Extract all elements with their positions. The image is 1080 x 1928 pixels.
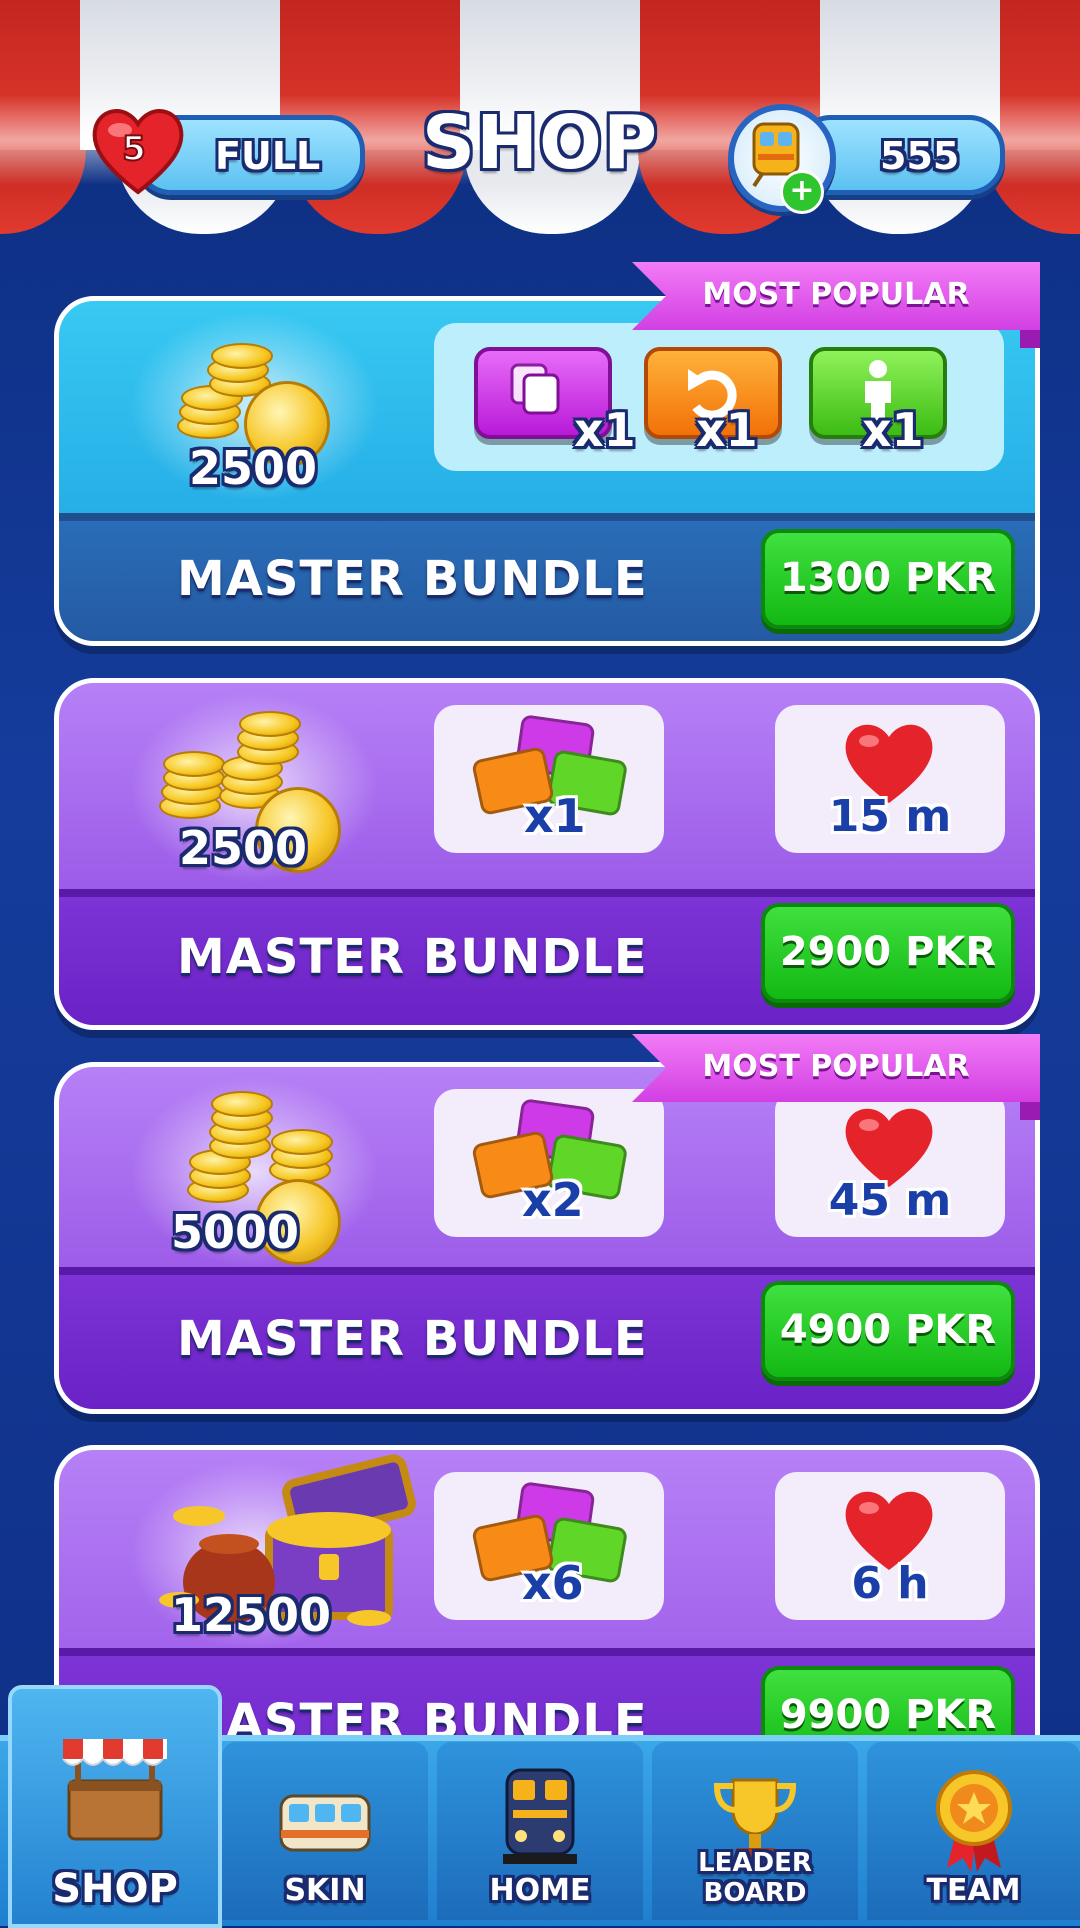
powerup-pack: x6 <box>434 1472 664 1620</box>
powerups-panel: x1 x1 x1 <box>434 323 1004 471</box>
powerup-count: x1 <box>574 403 636 457</box>
bundle-label: MASTER BUNDLE <box>177 1311 648 1367</box>
nav-tab-team[interactable]: TEAM <box>867 1742 1080 1920</box>
bundle-card[interactable]: 5000 x2 45 m MASTER BUNDLE 4900 PKR <box>54 1062 1040 1414</box>
unlimited-lives: 6 h <box>775 1472 1005 1620</box>
nav-label: SHOP <box>52 1866 178 1912</box>
nav-tab-leaderboard[interactable]: LEADER BOARD <box>652 1742 858 1920</box>
unlimited-lives: 15 m <box>775 705 1005 853</box>
powerup-pack-count: x1 <box>524 789 586 843</box>
nav-label: HOME <box>489 1873 591 1908</box>
bundle-label: MASTER BUNDLE <box>177 929 648 985</box>
buy-button[interactable]: 2900 PKR <box>761 903 1015 1003</box>
locomotive-icon <box>503 1768 577 1864</box>
bundle-label: MASTER BUNDLE <box>177 551 648 607</box>
buy-button[interactable]: 1300 PKR <box>761 529 1015 629</box>
heart-duration: 15 m <box>828 791 952 842</box>
nav-label: TEAM <box>926 1873 1021 1908</box>
unlimited-lives: 45 m <box>775 1089 1005 1237</box>
powerup-count: x1 <box>696 403 758 457</box>
coin-amount: 5000 <box>171 1205 300 1259</box>
powerup-pack-count: x2 <box>522 1173 584 1227</box>
nav-tab-skin[interactable]: SKIN <box>222 1742 428 1920</box>
powerup-count: x1 <box>862 403 924 457</box>
shop-stall-icon <box>62 1739 167 1841</box>
coin-amount: 2500 <box>179 821 308 875</box>
powerup-pack-count: x6 <box>522 1556 584 1610</box>
coin-amount: 12500 <box>171 1588 332 1642</box>
bundle-card[interactable]: 2500 x1 15 m MASTER BUNDLE 2900 PKR <box>54 678 1040 1030</box>
coin-amount: 2500 <box>189 441 318 495</box>
nav-label: LEADER BOARD <box>698 1848 812 1908</box>
bundle-card[interactable]: 2500 x1 x1 x1 MASTER BUNDLE 1300 PKR <box>54 296 1040 646</box>
currency-amount: 555 <box>880 134 960 178</box>
medal-icon <box>935 1770 1012 1872</box>
powerup-pack: x2 <box>434 1089 664 1237</box>
train-car-icon <box>279 1794 371 1852</box>
heart-duration: 45 m <box>828 1175 952 1226</box>
add-currency-button[interactable]: + <box>780 170 824 214</box>
nav-tab-home[interactable]: HOME <box>437 1742 643 1920</box>
most-popular-badge: MOST POPULAR <box>632 1034 1040 1102</box>
nav-label: SKIN <box>284 1873 366 1908</box>
nav-tab-shop[interactable]: SHOP <box>8 1685 222 1928</box>
buy-button[interactable]: 4900 PKR <box>761 1281 1015 1381</box>
powerup-pack: x1 <box>434 705 664 853</box>
most-popular-badge: MOST POPULAR <box>632 262 1040 330</box>
heart-duration: 6 h <box>851 1558 929 1609</box>
